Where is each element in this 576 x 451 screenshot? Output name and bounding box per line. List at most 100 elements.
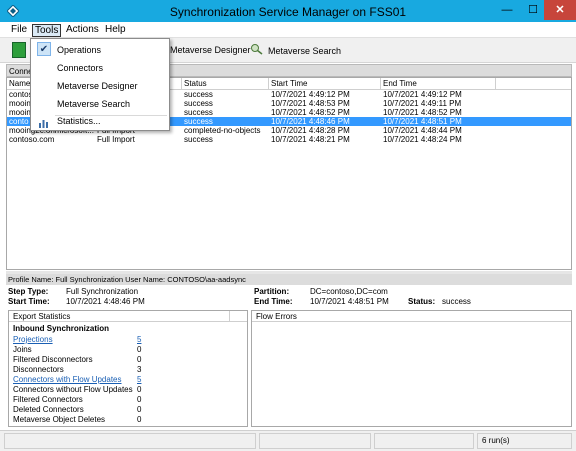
stat-row: Metaverse Object Deletes 0 <box>13 415 241 425</box>
table-cell-status: success <box>184 135 213 144</box>
menu-item-operations-label: Operations <box>57 45 102 55</box>
table-cell-end: 10/7/2021 4:49:11 PM <box>383 99 462 108</box>
flow-errors-panel: Flow Errors <box>251 310 572 427</box>
stat-label[interactable]: Projections <box>13 335 53 345</box>
stat-value[interactable]: 5 <box>137 335 141 345</box>
partition-label: Partition: <box>254 287 290 296</box>
metaverse-search-button[interactable]: Metaverse Search <box>250 43 341 59</box>
stat-value[interactable]: 5 <box>137 375 141 385</box>
tools-menu-dropdown: ✔ Operations Connectors Metaverse Design… <box>30 38 170 131</box>
step-type-label: Step Type: <box>8 287 49 296</box>
close-button[interactable]: ✕ <box>544 0 576 20</box>
menu-help[interactable]: Help <box>103 24 128 37</box>
status-cell <box>374 433 474 449</box>
profile-header: Profile Name: Full Synchronization User … <box>6 274 572 285</box>
inbound-sync-heading: Inbound Synchronization <box>13 324 109 333</box>
table-cell-end: 10/7/2021 4:48:44 PM <box>383 126 462 135</box>
status-label: Status: <box>408 297 436 306</box>
column-header-end-time[interactable]: End Time <box>381 78 496 90</box>
stat-value: 0 <box>137 405 142 414</box>
title-bar: Synchronization Service Manager on FSS01… <box>0 0 576 22</box>
stat-row: Disconnectors 3 <box>13 365 241 375</box>
menu-item-statistics-label: Statistics... <box>57 116 101 126</box>
stat-row[interactable]: Projections 5 <box>13 335 241 345</box>
stat-label[interactable]: Connectors with Flow Updates <box>13 375 122 385</box>
menu-file[interactable]: File <box>9 24 29 37</box>
export-statistics-header[interactable]: Export Statistics <box>9 311 247 322</box>
table-cell-end: 10/7/2021 4:48:24 PM <box>383 135 462 144</box>
run-count: 6 run(s) <box>477 433 572 449</box>
stat-row: Filtered Disconnectors 0 <box>13 355 241 365</box>
stat-value: 3 <box>137 365 142 374</box>
stat-label: Connectors without Flow Updates <box>13 385 133 394</box>
table-cell-name: contoso.com <box>9 135 55 144</box>
table-cell-start: 10/7/2021 4:49:12 PM <box>271 90 350 99</box>
status-bar: 6 run(s) <box>0 430 576 451</box>
stat-value: 0 <box>137 345 142 354</box>
menu-item-operations[interactable]: ✔ Operations <box>31 41 169 59</box>
window-title: Synchronization Service Manager on FSS01 <box>169 5 407 19</box>
menu-item-statistics[interactable]: Statistics... <box>31 112 169 130</box>
stat-row[interactable]: Connectors with Flow Updates 5 <box>13 375 241 385</box>
minimize-button[interactable]: — <box>494 0 520 20</box>
flow-errors-header[interactable]: Flow Errors <box>252 311 571 322</box>
stat-label: Joins <box>13 345 32 354</box>
metaverse-designer-button[interactable]: Metaverse Designer <box>170 43 251 57</box>
table-cell-status: success <box>184 99 213 108</box>
metaverse-designer-label: Metaverse Designer <box>170 45 251 55</box>
column-header-status[interactable]: Status <box>182 78 269 90</box>
table-cell-start: 10/7/2021 4:48:52 PM <box>271 108 350 117</box>
statistics-panel: Export Statistics Inbound Synchronizatio… <box>8 310 248 427</box>
menu-item-metaverse-search[interactable]: Metaverse Search <box>31 95 169 113</box>
table-row[interactable]: contoso.com Full Import success 10/7/2021 4… <box>7 135 571 144</box>
stat-row: Filtered Connectors 0 <box>13 395 241 405</box>
table-cell-start: 10/7/2021 4:48:46 PM <box>271 117 350 126</box>
table-cell-status: completed-no-objects <box>184 126 261 135</box>
stat-label: Filtered Connectors <box>13 395 83 404</box>
table-cell-end: 10/7/2021 4:49:12 PM <box>383 90 462 99</box>
table-cell-start: 10/7/2021 4:48:28 PM <box>271 126 350 135</box>
column-header-extra[interactable] <box>496 78 571 90</box>
status-value: success <box>442 297 471 306</box>
stat-row: Connectors without Flow Updates 0 <box>13 385 241 395</box>
step-type-value: Full Synchronization <box>66 287 139 296</box>
stat-row: Deleted Connectors 0 <box>13 405 241 415</box>
table-cell-start: 10/7/2021 4:48:53 PM <box>271 99 350 108</box>
status-cell <box>259 433 371 449</box>
stat-label: Filtered Disconnectors <box>13 355 93 364</box>
table-cell-end: 10/7/2021 4:48:52 PM <box>383 108 462 117</box>
start-time-value: 10/7/2021 4:48:46 PM <box>66 297 145 306</box>
check-icon: ✔ <box>37 42 51 56</box>
operations-toolbar-icon[interactable] <box>12 42 26 58</box>
start-time-label: Start Time: <box>8 297 50 306</box>
table-cell-end: 10/7/2021 4:48:51 PM <box>383 117 462 126</box>
export-statistics-label: Export Statistics <box>13 312 71 321</box>
flow-errors-label: Flow Errors <box>256 312 297 321</box>
stat-value: 0 <box>137 355 142 364</box>
menu-actions[interactable]: Actions <box>64 24 101 37</box>
stat-value: 0 <box>137 395 142 404</box>
table-cell-status: success <box>184 90 213 99</box>
menu-item-metaverse-designer[interactable]: Metaverse Designer <box>31 77 169 95</box>
metaverse-search-label: Metaverse Search <box>268 46 342 56</box>
status-cell <box>4 433 256 449</box>
stat-label: Metaverse Object Deletes <box>13 415 106 424</box>
table-cell-start: 10/7/2021 4:48:21 PM <box>271 135 350 144</box>
table-cell-status: success <box>184 108 213 117</box>
menu-item-connectors[interactable]: Connectors <box>31 59 169 77</box>
menu-bar: File Tools Actions Help <box>0 22 576 38</box>
partition-value: DC=contoso,DC=com <box>310 287 388 296</box>
column-header-start-time[interactable]: Start Time <box>269 78 381 90</box>
search-icon <box>250 43 264 59</box>
statistics-icon <box>38 116 50 128</box>
stat-row: Joins 0 <box>13 345 241 355</box>
table-cell-profile: Full Import <box>97 135 135 144</box>
stat-value: 0 <box>137 415 142 424</box>
menu-tools[interactable]: Tools <box>32 24 62 37</box>
table-cell-status: success <box>184 117 213 126</box>
column-divider <box>229 311 230 322</box>
stat-value: 0 <box>137 385 142 394</box>
end-time-label: End Time: <box>254 297 293 306</box>
stat-label: Disconnectors <box>13 365 64 374</box>
maximize-button[interactable]: ☐ <box>520 0 546 20</box>
